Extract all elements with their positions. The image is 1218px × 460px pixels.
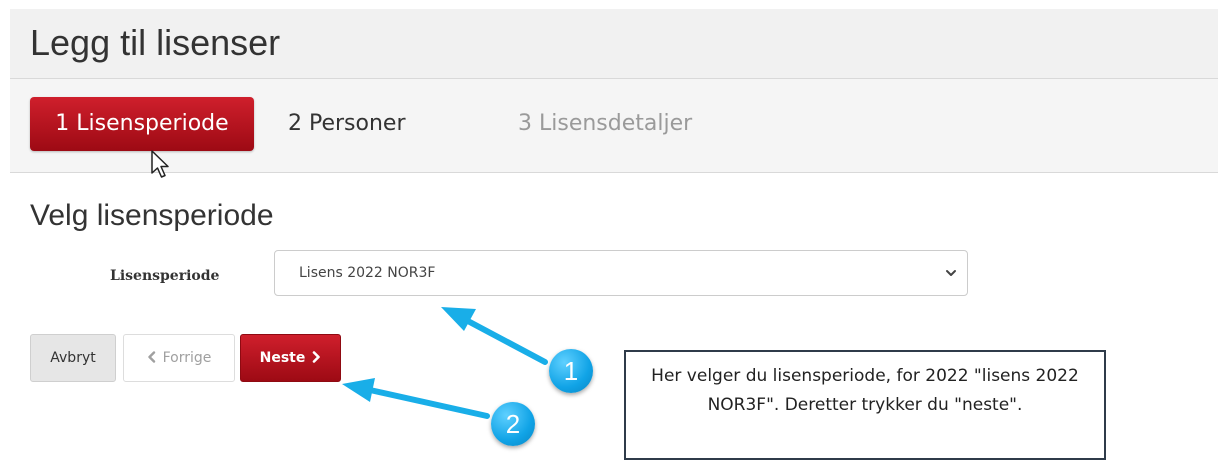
- chevron-left-icon: [147, 350, 155, 363]
- step-persons[interactable]: 2 Personer: [288, 97, 406, 151]
- license-period-select[interactable]: Lisens 2022 NOR3F: [274, 250, 968, 296]
- section-title: Velg lisensperiode: [30, 199, 274, 232]
- chevron-right-icon: [313, 350, 321, 363]
- annotation-badge-1: 1: [549, 349, 593, 393]
- previous-button: Forrige: [123, 334, 235, 382]
- previous-button-label: Forrige: [162, 350, 212, 366]
- annotation-badge-2: 2: [491, 402, 535, 446]
- next-button[interactable]: Neste: [240, 334, 341, 382]
- license-period-value: Lisens 2022 NOR3F: [299, 265, 436, 281]
- step-license-period[interactable]: 1 Lisensperiode: [30, 97, 254, 151]
- cancel-button-label: Avbryt: [50, 350, 96, 366]
- cursor-icon: [151, 150, 169, 178]
- instruction-callout: Her velger du lisensperiode, for 2022 "l…: [624, 350, 1106, 460]
- step-license-details: 3 Lisensdetaljer: [518, 111, 693, 136]
- next-button-label: Neste: [259, 350, 306, 366]
- arrow-icon: [441, 307, 548, 365]
- page-header: Legg til lisenser: [10, 9, 1218, 79]
- chevron-down-icon: [946, 270, 956, 276]
- cancel-button[interactable]: Avbryt: [30, 334, 116, 382]
- wizard-steps: 1 Lisensperiode 2 Personer 3 Lisensdetal…: [10, 79, 1218, 173]
- license-period-label: Lisensperiode: [110, 268, 220, 284]
- arrow-icon: [342, 378, 490, 419]
- page-title: Legg til lisenser: [30, 22, 281, 63]
